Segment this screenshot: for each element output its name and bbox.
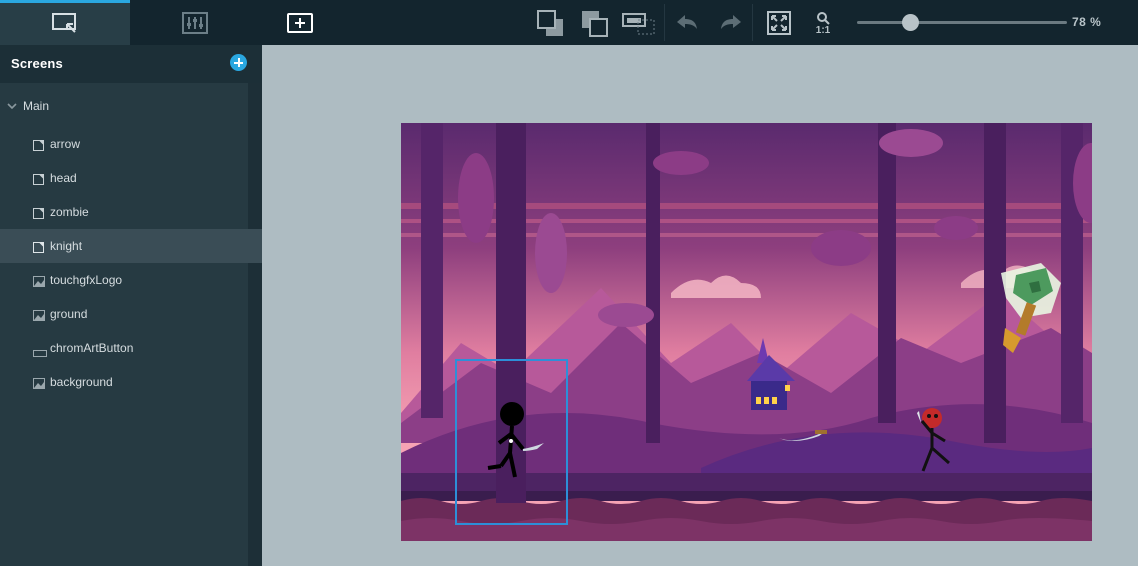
- fit-to-screen-button[interactable]: [762, 0, 796, 45]
- group-icon: [622, 12, 655, 34]
- page-icon: [33, 206, 44, 224]
- toolbar-divider: [664, 4, 665, 41]
- magnifier-icon: [817, 11, 830, 25]
- zoom-percent-label: 78 %: [1072, 15, 1102, 29]
- screens-panel-header: Screens: [0, 45, 262, 83]
- tree-item-touchgfxlogo[interactable]: touchgfxLogo: [0, 263, 262, 297]
- tree-item-ground[interactable]: ground: [0, 297, 262, 331]
- chevron-down-icon[interactable]: [6, 100, 18, 112]
- tab-properties[interactable]: [130, 0, 260, 45]
- undo-button[interactable]: [670, 0, 704, 45]
- page-icon: [33, 172, 44, 190]
- redo-icon: [721, 14, 741, 29]
- add-screen-button[interactable]: [230, 54, 247, 71]
- selection-box[interactable]: [455, 359, 568, 525]
- bring-to-front-button[interactable]: [530, 0, 570, 45]
- zoom-one-to-one-label: 1:1: [815, 24, 831, 36]
- tree-item-label: head: [50, 171, 77, 185]
- undo-icon: [677, 14, 697, 29]
- image-icon: [33, 376, 45, 394]
- tab-add-widget[interactable]: [260, 0, 340, 45]
- tree-item-label: knight: [50, 239, 83, 253]
- tree-item-background[interactable]: background: [0, 365, 262, 399]
- tree-item-head[interactable]: head: [0, 161, 262, 195]
- fit-screen-icon: [767, 10, 791, 35]
- screen-group-main[interactable]: Main: [0, 95, 49, 117]
- tree-item-label: ground: [50, 307, 88, 321]
- image-icon: [33, 274, 45, 292]
- tree-item-label: background: [50, 375, 113, 389]
- toolbar-divider: [752, 4, 753, 41]
- add-box-icon: [287, 12, 313, 33]
- tree-item-zombie[interactable]: zombie: [0, 195, 262, 229]
- screen-select-icon: [52, 13, 76, 33]
- zoom-slider[interactable]: [857, 14, 1067, 31]
- tab-canvas[interactable]: [0, 0, 130, 45]
- zoom-actual-size-button[interactable]: 1:1: [808, 0, 838, 45]
- panel-title: Screens: [11, 56, 63, 71]
- bring-front-icon: [537, 9, 563, 36]
- page-icon: [33, 138, 44, 156]
- zoom-slider-handle[interactable]: [901, 14, 919, 31]
- send-back-icon: [582, 10, 608, 37]
- tree-item-label: arrow: [50, 137, 81, 151]
- group-button[interactable]: [618, 0, 658, 45]
- tree-item-label: zombie: [50, 205, 89, 219]
- top-toolbar: 1:1 78 %: [0, 0, 1138, 45]
- screens-panel: Screens Main arrow head zombie knight to…: [0, 45, 262, 566]
- page-icon: [33, 240, 44, 258]
- image-icon: [33, 308, 45, 326]
- tree-item-chromartbutton[interactable]: chromArtButton: [0, 331, 262, 365]
- tree-item-knight[interactable]: knight: [0, 229, 262, 263]
- button-icon: [33, 344, 47, 362]
- send-to-back-button[interactable]: [574, 0, 614, 45]
- sliders-icon: [182, 11, 208, 34]
- screen-group-label: Main: [23, 99, 50, 113]
- tree-item-arrow[interactable]: arrow: [0, 127, 262, 161]
- redo-button[interactable]: [714, 0, 748, 45]
- tree-item-label: chromArtButton: [50, 341, 134, 355]
- tree-item-label: touchgfxLogo: [50, 273, 123, 287]
